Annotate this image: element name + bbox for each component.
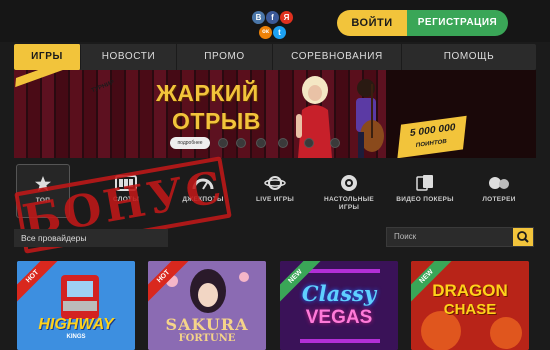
game-title: HIGHWAY [38, 316, 114, 333]
nav-item-help[interactable]: ПОМОЩЬ [402, 44, 536, 70]
game-subtitle: FORTUNE [178, 333, 236, 344]
pagination-dot[interactable] [256, 138, 266, 148]
nav-item-news[interactable]: НОВОСТИ [81, 44, 177, 70]
social-links: В f Я ок t [248, 11, 296, 41]
game-subtitle: KINGS [66, 334, 86, 340]
pagination-dot[interactable] [236, 138, 246, 148]
vk-icon[interactable]: В [252, 11, 265, 24]
odnoklassniki-icon[interactable]: ок [259, 26, 272, 39]
game-title: SAKURA [165, 315, 249, 334]
curtain-fold [70, 70, 82, 158]
game-title: DRAGON [432, 281, 508, 300]
pagination-dot[interactable] [330, 138, 340, 148]
casino-page: В f Я ок t ВОЙТИ РЕГИСТРАЦИЯ ИГРЫ НОВОСТ… [0, 0, 550, 350]
roulette-chip-icon [341, 175, 357, 191]
search-button[interactable] [513, 228, 533, 246]
game-tile-sakura-fortune[interactable]: HOT SAKURA FORTUNE [148, 261, 266, 350]
facebook-icon[interactable]: f [266, 11, 279, 24]
login-button[interactable]: ВОЙТИ [337, 10, 407, 36]
pagination-dot[interactable] [304, 138, 314, 148]
curtain-fold [126, 70, 138, 158]
pagination-dot[interactable] [278, 138, 288, 148]
curtain-fold [42, 70, 54, 158]
category-label: LIVE ИГРЫ [255, 196, 294, 203]
curtain-fold [140, 70, 152, 158]
nav-item-games[interactable]: ИГРЫ [14, 44, 81, 70]
pagination-dot-active[interactable]: подробнее [170, 137, 210, 149]
header: В f Я ок t ВОЙТИ РЕГИСТРАЦИЯ [0, 0, 550, 42]
search-icon [517, 231, 529, 243]
category-video-poker[interactable]: ВИДЕО ПОКЕРЫ [392, 164, 458, 218]
search-box[interactable]: Поиск [386, 227, 534, 247]
game-tile-classy-vegas[interactable]: NEW Classy VEGAS [280, 261, 398, 350]
pagination-dot[interactable] [218, 138, 228, 148]
curtain-fold [28, 70, 40, 158]
nav-item-competitions[interactable]: СОРЕВНОВАНИЯ [273, 44, 402, 70]
game-title: Classy [301, 281, 377, 306]
game-subtitle: VEGAS [305, 307, 373, 328]
game-tile-highway-kings[interactable]: HOT HIGHWAY KINGS [17, 261, 135, 350]
nav-item-promo[interactable]: ПРОМО [177, 44, 273, 70]
banner-title-line2: ОТРЫВ [172, 108, 261, 134]
banner-pagination: подробнее [170, 137, 370, 150]
cards-icon [416, 175, 433, 191]
category-lotteries[interactable]: ЛОТЕРЕИ [470, 164, 528, 218]
category-table-games[interactable]: НАСТОЛЬНЫЕ ИГРЫ [320, 164, 378, 218]
category-label: ВИДЕО ПОКЕРЫ [396, 196, 454, 203]
lottery-balls-icon [489, 177, 509, 189]
curtain-fold [84, 70, 96, 158]
twitter-icon[interactable]: t [273, 26, 286, 39]
main-nav: ИГРЫ НОВОСТИ ПРОМО СОРЕВНОВАНИЯ ПОМОЩЬ [14, 44, 536, 70]
game-tile-dragon-chase[interactable]: NEW DRAGON CHASE [411, 261, 529, 350]
register-button[interactable]: РЕГИСТРАЦИЯ [407, 10, 508, 36]
game-subtitle: CHASE [443, 301, 497, 318]
live-globe-icon [264, 176, 286, 190]
search-input[interactable]: Поиск [394, 228, 416, 246]
yandex-icon[interactable]: Я [280, 11, 293, 24]
category-label: НАСТОЛЬНЫЕ ИГРЫ [323, 196, 375, 211]
provider-select[interactable]: Все провайдеры [14, 229, 168, 247]
banner-title-line1: ЖАРКИЙ [156, 80, 259, 106]
category-live-games[interactable]: LIVE ИГРЫ [242, 164, 308, 218]
category-label: ЛОТЕРЕИ [482, 196, 516, 203]
curtain-fold [56, 70, 68, 158]
